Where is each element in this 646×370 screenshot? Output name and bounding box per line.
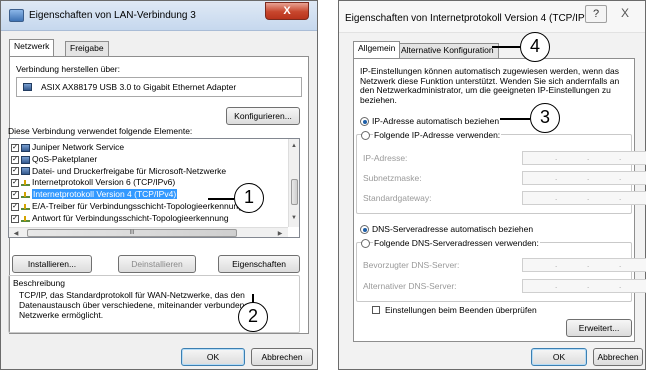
horizontal-scrollbar[interactable]: ◀ III ▶ [9,227,288,237]
list-item[interactable]: ✓ QoS-Paketplaner [11,154,97,166]
tab-netzwerk[interactable]: Netzwerk [9,39,55,56]
component-label: Datei- und Druckerfreigabe für Microsoft… [32,165,227,176]
scroll-right-icon[interactable]: ▶ [275,230,285,237]
tab-panel: IP-Einstellungen können automatisch zuge… [353,58,646,342]
vertical-scroll-thumb[interactable] [291,179,298,205]
ip-address-field: ... [522,151,646,165]
close-button[interactable]: X [613,5,637,23]
list-item[interactable]: ✓ Juniper Network Service [11,142,124,154]
list-item[interactable]: ✓ Antwort für Verbindungsschicht-Topologi… [11,213,229,225]
adapter-box: ASIX AX88179 USB 3.0 to Gigabit Ethernet… [16,77,302,97]
elements-label: Diese Verbindung verwendet folgende Elem… [8,126,193,136]
list-item[interactable]: ✓ Datei- und Druckerfreigabe für Microsof… [11,166,226,178]
scroll-down-icon[interactable]: ▼ [289,215,299,221]
callout-1: 1 [234,183,264,213]
preferred-dns-label: Bevorzugter DNS-Server: [363,260,460,270]
component-label: Juniper Network Service [32,142,125,152]
radio-auto-ip-label: IP-Adresse automatisch beziehen [372,116,500,126]
list-item[interactable]: ✓ Internetprotokoll Version 4 (TCP/IPv4) [11,189,178,201]
radio-manual-ip[interactable] [361,131,370,140]
tab-freigabe[interactable]: Freigabe [65,41,109,56]
subnet-mask-field: ... [522,171,646,185]
callout-2: 2 [238,302,268,332]
vertical-scrollbar[interactable]: ▲ ▼ [288,139,299,227]
lan-properties-window: Eigenschaften von LAN-Verbindung 3 X Net… [0,0,318,370]
component-label: Antwort für Verbindungsschicht-Topologie… [32,212,229,223]
scroll-up-icon[interactable]: ▲ [289,143,299,149]
protocol-icon [21,215,30,222]
radio-manual-dns-label: Folgende DNS-Serveradressen verwenden: [373,238,540,248]
protocol-icon [21,191,30,198]
alternate-dns-field: ... [522,279,646,293]
close-button[interactable]: X [265,2,309,20]
network-service-icon [21,167,30,176]
dns-server-group: Folgende DNS-Serveradressen verwenden: B… [356,238,646,302]
component-checkbox[interactable]: ✓ [11,179,19,188]
radio-auto-dns-label: DNS-Serveradresse automatisch beziehen [372,224,534,234]
component-checkbox[interactable]: ✓ [11,214,19,223]
callout-3-leader [500,118,530,120]
validate-checkbox-label: Einstellungen beim Beenden überprüfen [385,305,537,315]
properties-button[interactable]: Eigenschaften [218,255,300,273]
tab-allgemein[interactable]: Allgemein [353,41,401,58]
component-label: E/A-Treiber für Verbindungsschicht-Topol… [32,201,257,211]
callout-1-leader [208,198,234,200]
ipv4-properties-window: Eigenschaften von Internetprotokoll Vers… [338,0,646,370]
component-label: Internetprotokoll Version 6 (TCP/IPv6) [32,177,176,188]
subnet-mask-label: Subnetzmaske: [363,173,422,183]
component-label: Internetprotokoll Version 4 (TCP/IPv4) [32,189,178,200]
network-connection-icon [9,9,24,22]
radio-auto-ip[interactable] [360,117,369,126]
connect-label: Verbindung herstellen über: [16,64,120,74]
component-label: QoS-Paketplaner [32,153,98,164]
protocol-icon [21,203,30,210]
adapter-icon [23,83,32,91]
list-item[interactable]: ✓ Internetprotokoll Version 6 (TCP/IPv6) [11,177,175,189]
network-service-icon [21,143,30,152]
validate-checkbox[interactable] [372,306,380,314]
preferred-dns-field: ... [522,258,646,272]
tab-panel: Verbindung herstellen über: ASIX AX88179… [8,56,309,334]
component-checkbox[interactable]: ✓ [11,190,19,199]
advanced-button[interactable]: Erweitert... [566,319,632,337]
horizontal-scroll-thumb[interactable]: III [27,229,237,237]
intro-text: IP-Einstellungen können automatisch zuge… [360,66,620,105]
callout-4: 4 [520,32,550,62]
adapter-name: ASIX AX88179 USB 3.0 to Gigabit Ethernet… [41,82,237,92]
tab-alternative-konfiguration[interactable]: Alternative Konfiguration [396,43,499,58]
cancel-button[interactable]: Abbrechen [593,348,643,366]
radio-manual-ip-label: Folgende IP-Adresse verwenden: [373,130,502,140]
ok-button[interactable]: OK [531,348,587,366]
description-title: Beschreibung [13,278,65,288]
component-checkbox[interactable]: ✓ [11,167,19,176]
install-button[interactable]: Installieren... [12,255,92,273]
ok-button[interactable]: OK [181,348,245,366]
default-gateway-label: Standardgateway: [363,193,432,203]
cancel-button[interactable]: Abbrechen [251,348,313,366]
component-checkbox[interactable]: ✓ [11,202,19,211]
network-service-icon [21,155,30,164]
list-item[interactable]: ✓ E/A-Treiber für Verbindungsschicht-Topo… [11,201,256,213]
component-checkbox[interactable]: ✓ [11,143,19,152]
radio-auto-dns[interactable] [360,225,369,234]
default-gateway-field: ... [522,191,646,205]
scroll-left-icon[interactable]: ◀ [11,230,21,237]
ip-address-group: Folgende IP-Adresse verwenden: IP-Adress… [356,130,646,214]
radio-manual-dns[interactable] [361,239,370,248]
component-checkbox[interactable]: ✓ [11,155,19,164]
title-bar[interactable]: Eigenschaften von Internetprotokoll Vers… [339,1,645,33]
ip-address-label: IP-Adresse: [363,153,408,163]
uninstall-button: Deinstallieren [118,255,196,273]
title-bar[interactable]: Eigenschaften von LAN-Verbindung 3 X [1,1,317,31]
configure-button[interactable]: Konfigurieren... [226,107,300,125]
alternate-dns-label: Alternativer DNS-Server: [363,281,457,291]
callout-4-leader [492,46,520,48]
protocol-icon [21,180,30,187]
callout-3: 3 [530,103,560,133]
window-title: Eigenschaften von Internetprotokoll Vers… [345,13,598,24]
window-title: Eigenschaften von LAN-Verbindung 3 [29,10,196,21]
help-button[interactable]: ? [585,5,607,23]
